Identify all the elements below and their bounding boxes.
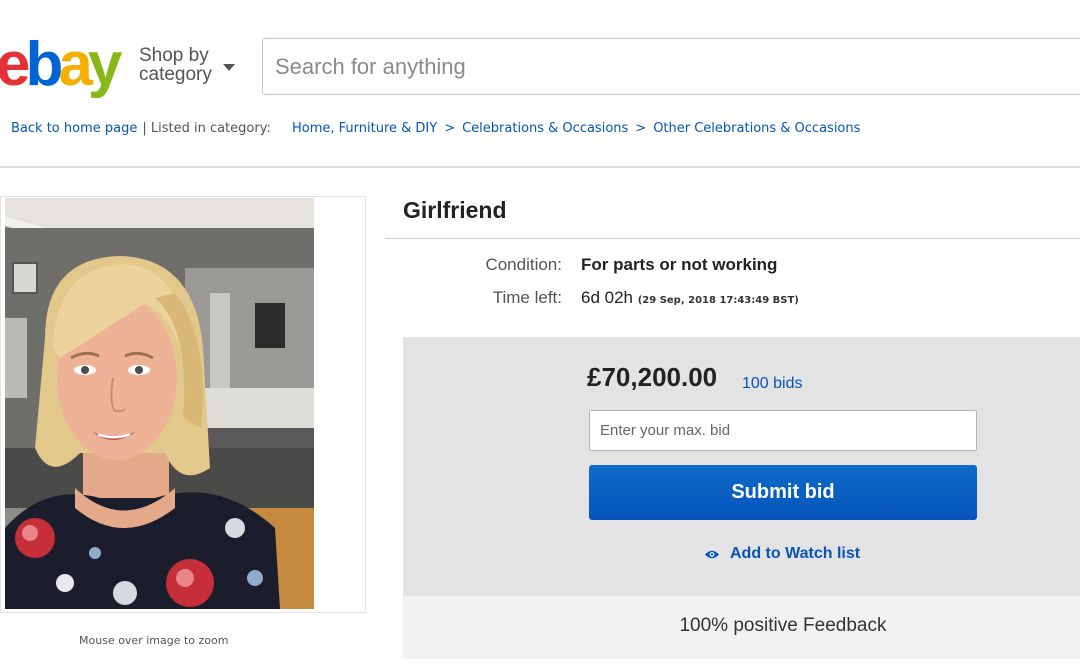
time-left-label: Time left: (492, 288, 562, 307)
shop-by-category-button[interactable]: Shop by category (139, 45, 235, 85)
condition-value: For parts or not working (581, 255, 778, 274)
zoom-hint: Mouse over image to zoom (79, 634, 229, 647)
time-left-duration: 6d 02h (581, 288, 633, 307)
item-image-frame (0, 196, 366, 613)
shop-by-line1: Shop by (139, 45, 209, 66)
logo-letter-a: a (58, 30, 93, 99)
feedback-panel: 100% positive Feedback (403, 596, 1080, 659)
shop-by-line2: category (139, 64, 212, 85)
back-to-home-link[interactable]: Back to home page (11, 121, 137, 136)
logo-letter-e: e (0, 30, 31, 99)
breadcrumb-separator: > (444, 121, 456, 136)
submit-bid-button[interactable]: Submit bid (589, 465, 977, 520)
max-bid-input[interactable] (589, 410, 977, 451)
logo-letter-y: y (87, 30, 123, 99)
logo-letter-b: b (25, 30, 63, 99)
item-title: Girlfriend (403, 197, 507, 223)
condition-label: Condition: (485, 255, 562, 274)
breadcrumb-category-2[interactable]: Celebrations & Occasions (462, 121, 628, 136)
time-left-value: 6d 02h (29 Sep, 2018 17:43:49 BST) (581, 288, 799, 308)
listed-in-label: | Listed in category: (142, 121, 271, 136)
breadcrumb-category-1[interactable]: Home, Furniture & DIY (292, 121, 437, 136)
breadcrumb: Back to home page | Listed in category: H… (11, 121, 860, 136)
eye-icon (705, 550, 719, 559)
item-photo[interactable] (5, 198, 314, 609)
bid-count-link[interactable]: 100 bids (742, 375, 803, 393)
auction-end-time: (29 Sep, 2018 17:43:49 BST) (637, 295, 799, 306)
ebay-logo[interactable]: ebay (0, 30, 122, 100)
watch-list-label: Add to Watch list (730, 545, 861, 562)
seller-feedback: 100% positive Feedback (679, 615, 887, 636)
header-divider (0, 166, 1080, 168)
add-to-watch-list-link[interactable]: Add to Watch list (704, 545, 860, 563)
breadcrumb-separator: > (635, 121, 647, 136)
chevron-down-icon (223, 64, 235, 71)
title-divider (385, 238, 1080, 239)
search-input[interactable] (262, 38, 1080, 95)
breadcrumb-category-3[interactable]: Other Celebrations & Occasions (653, 121, 860, 136)
current-price: £70,200.00 (587, 362, 718, 392)
